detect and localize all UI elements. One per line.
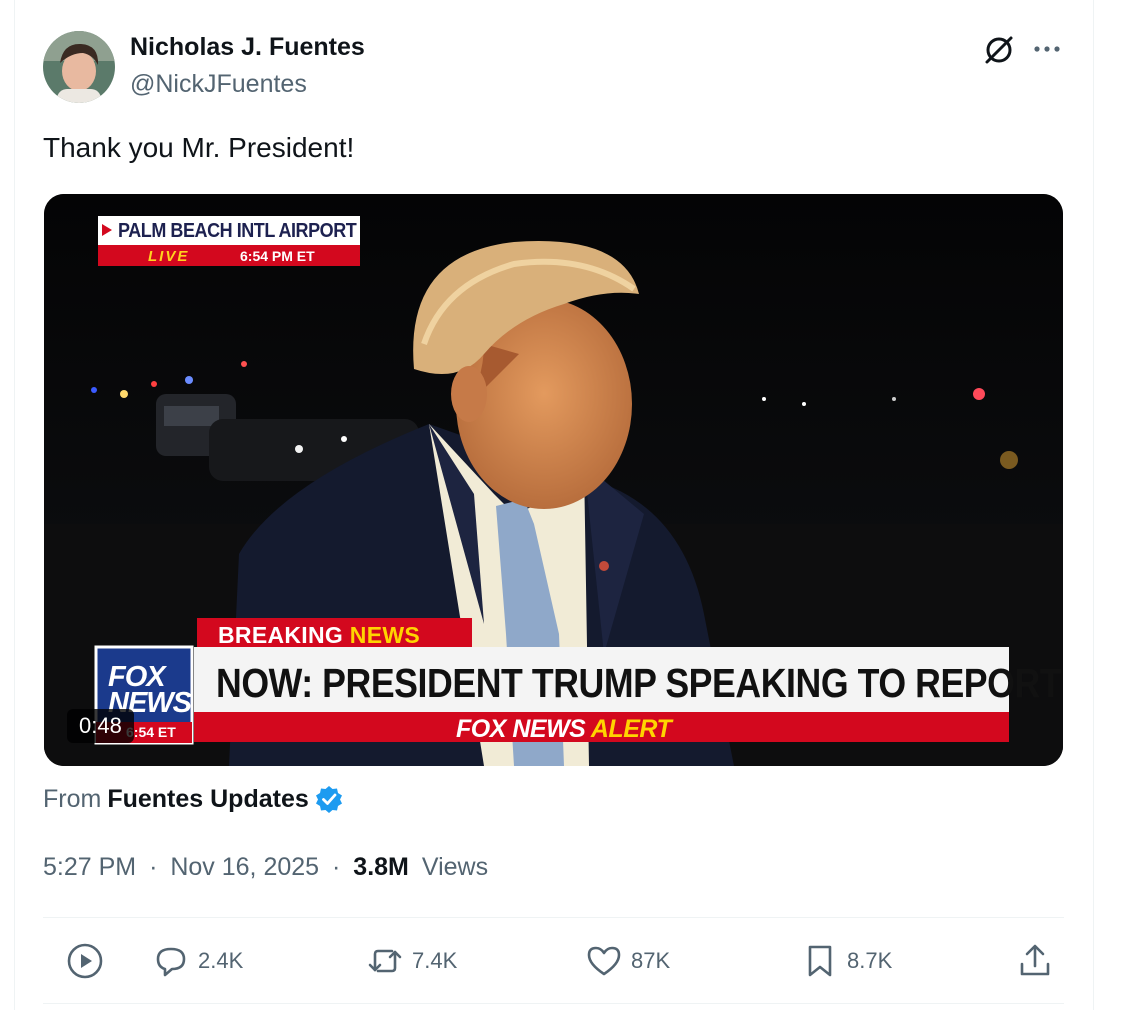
- share-icon: [1020, 944, 1050, 976]
- bookmark-button[interactable]: 8.7K: [801, 940, 892, 982]
- tweet-text: Thank you Mr. President!: [43, 132, 355, 163]
- fox-news-alert-label: FOX NEWS ALERT: [456, 715, 672, 744]
- heart-icon: [587, 946, 621, 976]
- meta-separator: ·: [149, 853, 158, 881]
- video-player[interactable]: PALM BEACH INTL AIRPORT LIVE 6:54 PM ET …: [44, 194, 1063, 766]
- author-avatar[interactable]: [43, 31, 115, 103]
- breaking-news-label: BREAKING NEWS: [218, 622, 420, 649]
- like-button[interactable]: 87K: [585, 940, 670, 982]
- more-icon[interactable]: [1031, 35, 1063, 63]
- breaking-accent: NEWS: [349, 622, 420, 648]
- meta-separator: ·: [332, 853, 341, 881]
- live-label: LIVE: [148, 248, 190, 265]
- repost-count: 7.4K: [412, 948, 458, 973]
- reply-icon: [156, 947, 186, 977]
- share-button[interactable]: [1016, 940, 1054, 982]
- live-time-label: 6:54 PM ET: [240, 248, 315, 264]
- play-button[interactable]: [66, 940, 104, 982]
- repost-button[interactable]: 7.4K: [366, 940, 457, 982]
- location-label: PALM BEACH INTL AIRPORT: [118, 220, 357, 242]
- tweet-meta: 5:27 PM · Nov 16, 2025 · 3.8M Views: [43, 853, 488, 882]
- author-handle[interactable]: @NickJFuentes: [130, 70, 307, 99]
- divider: [43, 1003, 1064, 1004]
- verified-icon: [315, 786, 342, 813]
- bookmark-count: 8.7K: [847, 948, 893, 973]
- avatar-image: [43, 31, 115, 103]
- views-label: Views: [421, 853, 489, 881]
- tweet-time[interactable]: 5:27 PM: [43, 853, 136, 881]
- news-headline: NOW: PRESIDENT TRUMP SPEAKING TO REPORTE…: [216, 660, 1063, 706]
- like-count: 87K: [631, 948, 671, 973]
- author-name[interactable]: Nicholas J. Fuentes: [130, 33, 365, 62]
- reply-count: 2.4K: [198, 948, 244, 973]
- source-attribution: From Fuentes Updates: [43, 784, 344, 814]
- divider: [43, 917, 1064, 918]
- alert-accent: ALERT: [590, 715, 672, 743]
- tweet-date[interactable]: Nov 16, 2025: [170, 853, 319, 881]
- source-prefix: From: [43, 784, 102, 813]
- grok-icon[interactable]: [982, 33, 1016, 67]
- source-name-link[interactable]: Fuentes Updates: [107, 785, 308, 814]
- video-duration-badge: 0:48: [67, 709, 134, 743]
- bookmark-icon: [808, 945, 832, 977]
- alert-word: FOX NEWS: [456, 715, 586, 743]
- play-circle-icon: [67, 943, 103, 979]
- views-count: 3.8M: [353, 853, 409, 881]
- breaking-word: BREAKING: [218, 622, 344, 648]
- reply-button[interactable]: 2.4K: [152, 940, 243, 982]
- repost-icon: [368, 949, 402, 973]
